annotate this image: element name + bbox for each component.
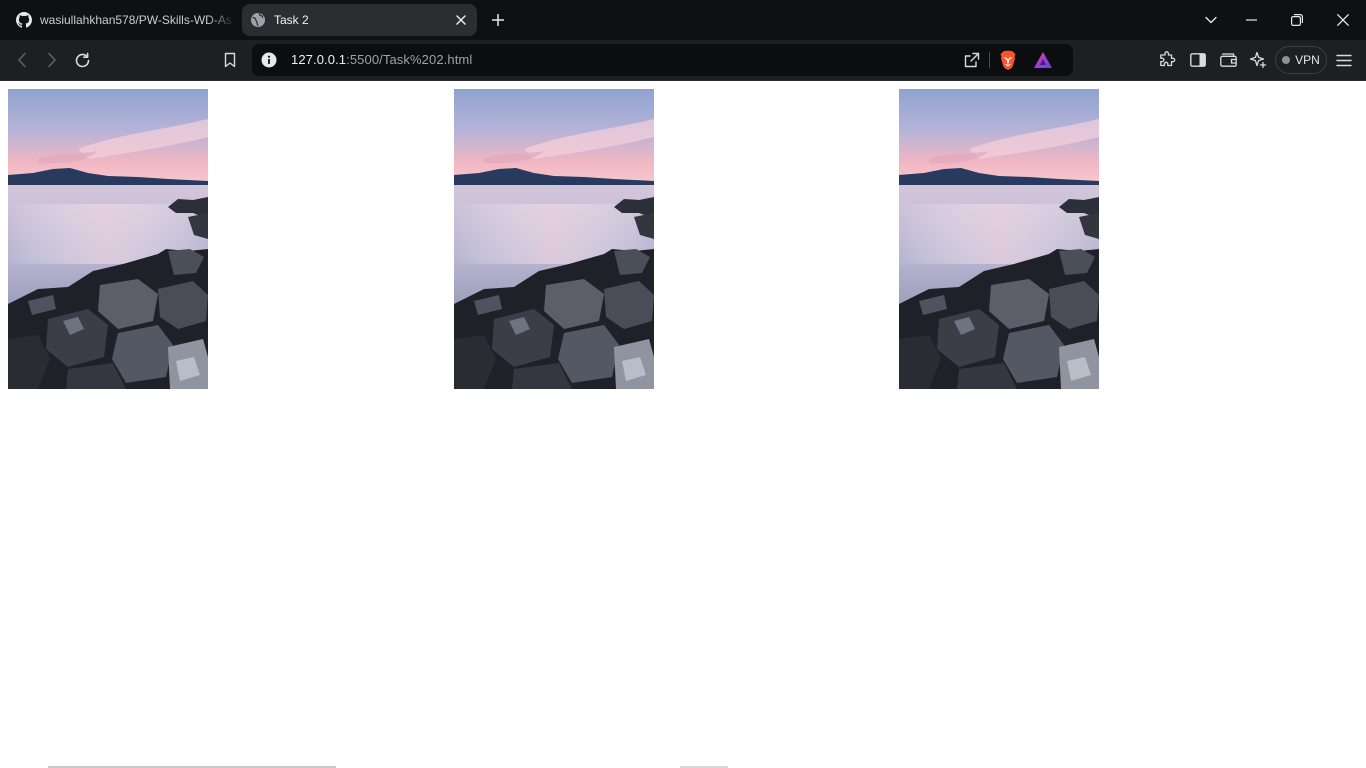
- vpn-label: VPN: [1295, 53, 1320, 67]
- brave-shields-icon[interactable]: [999, 50, 1017, 70]
- lake-sunset-photo: [8, 89, 208, 389]
- sidebar-button[interactable]: [1186, 49, 1210, 71]
- tab-title: wasiullahkhan578/PW-Skills-WD-As: [40, 13, 232, 27]
- lake-sunset-photo: [899, 89, 1099, 389]
- minimize-button[interactable]: [1239, 8, 1263, 32]
- forward-button[interactable]: [40, 49, 64, 71]
- page-viewport: [0, 81, 1366, 768]
- tab-strip: wasiullahkhan578/PW-Skills-WD-As Task 2: [0, 0, 1366, 40]
- vpn-status-dot: [1282, 56, 1291, 64]
- url-path: :5500/Task%202.html: [346, 52, 473, 67]
- new-tab-button[interactable]: [487, 9, 509, 31]
- arrow-right-icon: [48, 52, 56, 68]
- landscape-image: [899, 89, 1099, 389]
- reload-icon: [75, 52, 89, 67]
- github-icon: [16, 12, 32, 28]
- hamburger-menu-icon: [1336, 54, 1352, 66]
- browser-toolbar: 127.0.0.1:5500/Task%202.html VPN: [0, 40, 1366, 81]
- extensions-button[interactable]: [1155, 49, 1179, 71]
- reload-button[interactable]: [70, 49, 94, 71]
- share-icon[interactable]: [963, 51, 981, 69]
- sidebar-icon: [1190, 53, 1206, 67]
- close-icon: [1337, 14, 1349, 26]
- sparkle-icon: [1249, 51, 1267, 69]
- leo-ai-button[interactable]: [1246, 49, 1270, 71]
- address-bar[interactable]: 127.0.0.1:5500/Task%202.html: [252, 44, 1073, 76]
- divider: [989, 52, 990, 68]
- tab-search-button[interactable]: [1199, 8, 1223, 32]
- plus-icon: [492, 14, 504, 26]
- bookmark-icon: [224, 52, 236, 68]
- restore-button[interactable]: [1285, 8, 1309, 32]
- close-window-button[interactable]: [1331, 8, 1355, 32]
- brave-rewards-icon[interactable]: [1033, 51, 1053, 69]
- site-info-icon[interactable]: [261, 52, 277, 68]
- minimize-icon: [1245, 19, 1257, 21]
- puzzle-icon: [1160, 51, 1176, 67]
- close-tab-icon[interactable]: [451, 10, 471, 30]
- main-menu-button[interactable]: [1332, 49, 1356, 71]
- lake-sunset-photo: [454, 89, 654, 389]
- url-text[interactable]: 127.0.0.1:5500/Task%202.html: [291, 52, 472, 67]
- landscape-image: [454, 89, 654, 389]
- chevron-down-icon: [1205, 16, 1217, 24]
- vpn-button[interactable]: VPN: [1275, 46, 1327, 74]
- wallet-icon: [1219, 53, 1237, 67]
- back-button[interactable]: [10, 49, 34, 71]
- bookmark-button[interactable]: [218, 49, 242, 71]
- restore-icon: [1291, 14, 1303, 26]
- tab-github-repo[interactable]: wasiullahkhan578/PW-Skills-WD-As: [8, 4, 236, 36]
- url-host: 127.0.0.1: [291, 52, 347, 67]
- wallet-button[interactable]: [1216, 49, 1240, 71]
- tab-task-2[interactable]: Task 2: [242, 4, 477, 36]
- landscape-image: [8, 89, 208, 389]
- arrow-left-icon: [18, 52, 26, 68]
- tab-title: Task 2: [274, 13, 309, 27]
- globe-icon: [250, 12, 266, 28]
